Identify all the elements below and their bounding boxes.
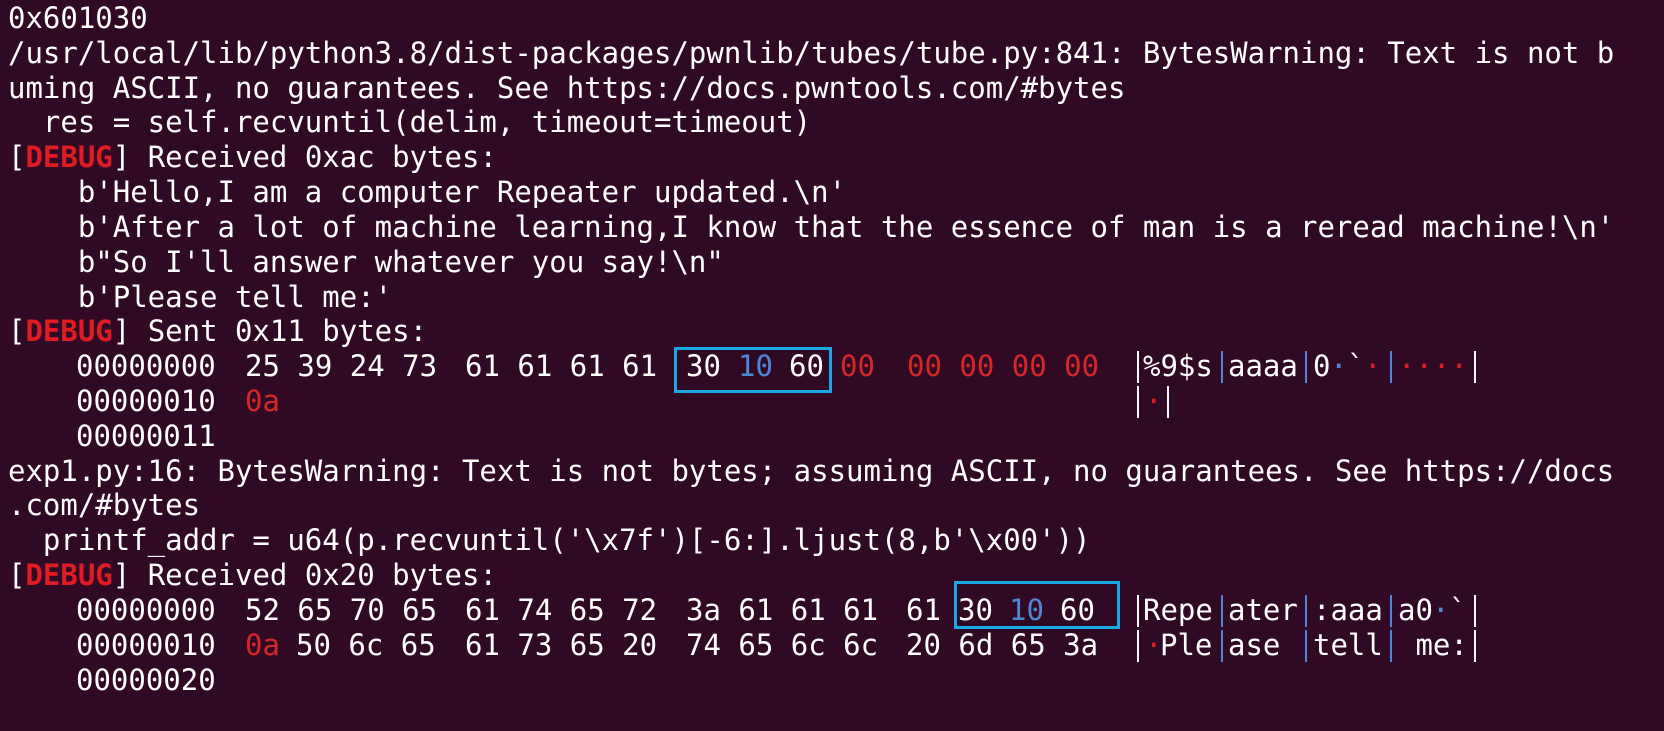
debug-line: [DEBUG] Received 0x20 bytes:: [8, 558, 497, 592]
debug-tag: DEBUG: [25, 558, 113, 592]
hex-offset: 00000010: [76, 628, 216, 662]
ascii-dot: ·: [1330, 349, 1348, 383]
hex-byte: 00: [840, 349, 875, 383]
ascii-text: 0: [1313, 349, 1331, 383]
ascii-dot: ·: [1364, 349, 1382, 383]
hex-bytes: 61 74 65 72: [465, 593, 658, 627]
ascii-dot: ····: [1398, 349, 1468, 383]
ascii-text: %9$s: [1143, 349, 1213, 383]
debug-tag: DEBUG: [25, 314, 113, 348]
debug-line: [DEBUG] Sent 0x11 bytes:: [8, 314, 428, 348]
ascii-text: ase: [1228, 628, 1281, 662]
debug-message: Received 0x20 bytes:: [130, 558, 497, 592]
hex-byte: 0a: [245, 384, 280, 418]
debug-message: Received 0xac bytes:: [130, 140, 497, 174]
ascii-separator: [1474, 630, 1476, 662]
output-line: 0x601030: [8, 1, 148, 35]
ascii-separator: [1474, 595, 1476, 627]
ascii-separator: [1390, 630, 1392, 662]
ascii-separator: [1390, 351, 1392, 383]
ascii-text: aaaa: [1228, 349, 1298, 383]
hexdump-row: 00000010 0a 50 6c 65 61 73 65 20 74 65 6…: [0, 627, 1664, 664]
output-line: b'After a lot of machine learning,I know…: [8, 210, 1615, 244]
hex-bytes: 50 6c 65: [296, 628, 436, 662]
hex-bytes: 20 6d 65 3a: [906, 628, 1099, 662]
hex-offset: 00000000: [76, 349, 216, 383]
hex-bytes: 00 00 00 00: [907, 349, 1100, 383]
ascii-separator: [1167, 386, 1169, 418]
output-line: /usr/local/lib/python3.8/dist-packages/p…: [8, 36, 1615, 70]
ascii-text: :aaa: [1313, 593, 1383, 627]
ascii-separator: [1221, 630, 1223, 662]
ascii-separator: [1305, 595, 1307, 627]
hex-bytes: 61 61 61 61: [465, 349, 658, 383]
ascii-separator: [1137, 595, 1139, 627]
hex-bytes: 52 65 70 65: [245, 593, 438, 627]
ascii-text: Ple: [1160, 628, 1213, 662]
ascii-text: `: [1449, 593, 1467, 627]
hex-offset: 00000011: [76, 419, 216, 453]
hex-offset: 00000020: [76, 663, 216, 697]
output-line: exp1.py:16: BytesWarning: Text is not by…: [8, 454, 1615, 488]
debug-line: [DEBUG] Received 0xac bytes:: [8, 140, 497, 174]
ascii-dot: ·: [1432, 593, 1450, 627]
ascii-text: `: [1347, 349, 1365, 383]
ascii-separator: [1474, 351, 1476, 383]
ascii-separator: [1137, 351, 1139, 383]
output-line: b"So I'll answer whatever you say!\n": [8, 245, 724, 279]
ascii-separator: [1137, 386, 1139, 418]
hex-offset: 00000000: [76, 593, 216, 627]
ascii-text: a0: [1398, 593, 1433, 627]
highlight-box: [954, 581, 1120, 629]
ascii-separator: [1305, 630, 1307, 662]
output-line: .com/#bytes: [8, 488, 201, 522]
hexdump-row: 00000000 25 39 24 73 61 61 61 61 30 10 6…: [0, 348, 1664, 385]
hex-bytes: 3a 61 61 61: [686, 593, 879, 627]
output-line: res = self.recvuntil(delim, timeout=time…: [8, 105, 812, 139]
ascii-dot: ·: [1145, 384, 1163, 418]
ascii-separator: [1305, 351, 1307, 383]
hex-bytes: 25 39 24 73: [245, 349, 438, 383]
hex-offset: 00000010: [76, 384, 216, 418]
output-line: b'Hello,I am a computer Repeater updated…: [8, 175, 847, 209]
debug-message: Sent 0x11 bytes:: [130, 314, 428, 348]
ascii-text: Repe: [1143, 593, 1213, 627]
output-line: b'Please tell me:': [8, 280, 393, 314]
hexdump-row: 00000000 52 65 70 65 61 74 65 72 3a 61 6…: [0, 592, 1664, 629]
hexdump-row: 00000010 0a ·: [0, 383, 1664, 420]
ascii-text: ater: [1228, 593, 1298, 627]
output-line: printf_addr = u64(p.recvuntil('\x7f')[-6…: [8, 523, 1091, 557]
hexdump-row: 00000011: [0, 418, 1664, 455]
ascii-text: tell: [1313, 628, 1383, 662]
ascii-separator: [1390, 595, 1392, 627]
debug-tag: DEBUG: [25, 140, 113, 174]
ascii-separator: [1221, 595, 1223, 627]
hex-bytes: 61 73 65 20: [465, 628, 658, 662]
hex-bytes: 74 65 6c 6c: [686, 628, 879, 662]
hex-byte: 0a: [245, 628, 280, 662]
ascii-separator: [1137, 630, 1139, 662]
terminal-window[interactable]: 0x601030 /usr/local/lib/python3.8/dist-p…: [0, 0, 1664, 731]
ascii-separator: [1221, 351, 1223, 383]
hexdump-row: 00000020: [0, 662, 1664, 699]
output-line: uming ASCII, no guarantees. See https://…: [8, 71, 1126, 105]
ascii-text: me:: [1398, 628, 1468, 662]
hex-byte: 61: [906, 593, 941, 627]
